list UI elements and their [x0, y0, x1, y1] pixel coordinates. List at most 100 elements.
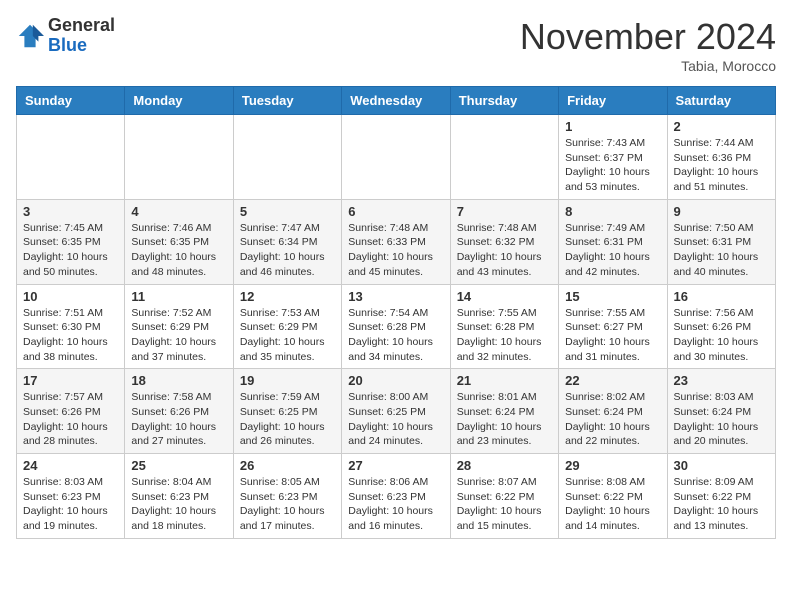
day-info: Sunrise: 8:05 AM Sunset: 6:23 PM Dayligh…: [240, 475, 335, 534]
location: Tabia, Morocco: [520, 58, 776, 74]
calendar-cell: 26 Sunrise: 8:05 AM Sunset: 6:23 PM Dayli…: [233, 454, 341, 539]
week-row-2: 3Sunrise: 7:45 AM Sunset: 6:35 PM Daylig…: [17, 199, 776, 284]
calendar-cell: 20 Sunrise: 8:00 AM Sunset: 6:25 PM Dayli…: [342, 369, 450, 454]
day-info: Sunrise: 7:44 AM Sunset: 6:36 PM Dayligh…: [674, 136, 769, 195]
day-info: Sunrise: 7:43 AM Sunset: 6:37 PM Dayligh…: [565, 136, 660, 195]
calendar-cell: 3Sunrise: 7:45 AM Sunset: 6:35 PM Daylig…: [17, 199, 125, 284]
day-info: Sunrise: 7:54 AM Sunset: 6:28 PM Dayligh…: [348, 306, 443, 365]
weekday-header-tuesday: Tuesday: [233, 87, 341, 115]
day-info: Sunrise: 7:56 AM Sunset: 6:26 PM Dayligh…: [674, 306, 769, 365]
day-number: 27: [348, 458, 443, 473]
day-number: 8: [565, 204, 660, 219]
week-row-4: 17 Sunrise: 7:57 AM Sunset: 6:26 PM Dayli…: [17, 369, 776, 454]
day-number: 23: [674, 373, 769, 388]
day-number: 9: [674, 204, 769, 219]
day-number: 5: [240, 204, 335, 219]
weekday-header-saturday: Saturday: [667, 87, 775, 115]
calendar-cell: 13 Sunrise: 7:54 AM Sunset: 6:28 PM Dayli…: [342, 284, 450, 369]
title-block: November 2024 Tabia, Morocco: [520, 16, 776, 74]
day-info: Sunrise: 7:49 AM Sunset: 6:31 PM Dayligh…: [565, 221, 660, 280]
day-number: 13: [348, 289, 443, 304]
day-number: 25: [131, 458, 226, 473]
day-number: 17: [23, 373, 118, 388]
week-row-1: 1 Sunrise: 7:43 AM Sunset: 6:37 PM Daylig…: [17, 115, 776, 200]
day-number: 1: [565, 119, 660, 134]
calendar-cell: [450, 115, 558, 200]
calendar-cell: 24 Sunrise: 8:03 AM Sunset: 6:23 PM Dayli…: [17, 454, 125, 539]
calendar-cell: 15Sunrise: 7:55 AM Sunset: 6:27 PM Dayli…: [559, 284, 667, 369]
week-row-5: 24 Sunrise: 8:03 AM Sunset: 6:23 PM Dayli…: [17, 454, 776, 539]
calendar-cell: [342, 115, 450, 200]
page-header: General Blue November 2024 Tabia, Morocc…: [16, 16, 776, 74]
weekday-header-friday: Friday: [559, 87, 667, 115]
day-number: 18: [131, 373, 226, 388]
logo-text: General Blue: [48, 16, 115, 56]
calendar-cell: 5 Sunrise: 7:47 AM Sunset: 6:34 PM Daylig…: [233, 199, 341, 284]
day-info: Sunrise: 7:48 AM Sunset: 6:33 PM Dayligh…: [348, 221, 443, 280]
logo-blue: Blue: [48, 36, 115, 56]
calendar-table: SundayMondayTuesdayWednesdayThursdayFrid…: [16, 86, 776, 539]
day-info: Sunrise: 7:48 AM Sunset: 6:32 PM Dayligh…: [457, 221, 552, 280]
weekday-header-row: SundayMondayTuesdayWednesdayThursdayFrid…: [17, 87, 776, 115]
day-info: Sunrise: 8:08 AM Sunset: 6:22 PM Dayligh…: [565, 475, 660, 534]
day-info: Sunrise: 7:46 AM Sunset: 6:35 PM Dayligh…: [131, 221, 226, 280]
weekday-header-wednesday: Wednesday: [342, 87, 450, 115]
calendar-cell: 18 Sunrise: 7:58 AM Sunset: 6:26 PM Dayli…: [125, 369, 233, 454]
day-info: Sunrise: 7:53 AM Sunset: 6:29 PM Dayligh…: [240, 306, 335, 365]
calendar-cell: 12 Sunrise: 7:53 AM Sunset: 6:29 PM Dayli…: [233, 284, 341, 369]
day-number: 30: [674, 458, 769, 473]
calendar-cell: 1 Sunrise: 7:43 AM Sunset: 6:37 PM Daylig…: [559, 115, 667, 200]
calendar-cell: [17, 115, 125, 200]
day-info: Sunrise: 8:03 AM Sunset: 6:23 PM Dayligh…: [23, 475, 118, 534]
calendar-cell: 23Sunrise: 8:03 AM Sunset: 6:24 PM Dayli…: [667, 369, 775, 454]
calendar-cell: 28 Sunrise: 8:07 AM Sunset: 6:22 PM Dayli…: [450, 454, 558, 539]
day-info: Sunrise: 7:47 AM Sunset: 6:34 PM Dayligh…: [240, 221, 335, 280]
day-info: Sunrise: 7:55 AM Sunset: 6:28 PM Dayligh…: [457, 306, 552, 365]
calendar-cell: 14 Sunrise: 7:55 AM Sunset: 6:28 PM Dayli…: [450, 284, 558, 369]
day-info: Sunrise: 8:04 AM Sunset: 6:23 PM Dayligh…: [131, 475, 226, 534]
month-title: November 2024: [520, 16, 776, 58]
calendar-cell: 21Sunrise: 8:01 AM Sunset: 6:24 PM Dayli…: [450, 369, 558, 454]
day-number: 10: [23, 289, 118, 304]
day-info: Sunrise: 8:00 AM Sunset: 6:25 PM Dayligh…: [348, 390, 443, 449]
day-number: 19: [240, 373, 335, 388]
day-number: 6: [348, 204, 443, 219]
calendar-cell: 27 Sunrise: 8:06 AM Sunset: 6:23 PM Dayli…: [342, 454, 450, 539]
day-number: 26: [240, 458, 335, 473]
calendar-cell: 29 Sunrise: 8:08 AM Sunset: 6:22 PM Dayli…: [559, 454, 667, 539]
day-info: Sunrise: 8:01 AM Sunset: 6:24 PM Dayligh…: [457, 390, 552, 449]
day-number: 2: [674, 119, 769, 134]
calendar-cell: 30Sunrise: 8:09 AM Sunset: 6:22 PM Dayli…: [667, 454, 775, 539]
day-info: Sunrise: 8:06 AM Sunset: 6:23 PM Dayligh…: [348, 475, 443, 534]
day-number: 24: [23, 458, 118, 473]
day-number: 14: [457, 289, 552, 304]
day-number: 29: [565, 458, 660, 473]
calendar-cell: 2 Sunrise: 7:44 AM Sunset: 6:36 PM Daylig…: [667, 115, 775, 200]
day-info: Sunrise: 7:50 AM Sunset: 6:31 PM Dayligh…: [674, 221, 769, 280]
calendar-cell: 10 Sunrise: 7:51 AM Sunset: 6:30 PM Dayli…: [17, 284, 125, 369]
calendar-cell: 25 Sunrise: 8:04 AM Sunset: 6:23 PM Dayli…: [125, 454, 233, 539]
day-info: Sunrise: 7:52 AM Sunset: 6:29 PM Dayligh…: [131, 306, 226, 365]
day-info: Sunrise: 7:57 AM Sunset: 6:26 PM Dayligh…: [23, 390, 118, 449]
day-number: 15: [565, 289, 660, 304]
calendar-cell: 7 Sunrise: 7:48 AM Sunset: 6:32 PM Daylig…: [450, 199, 558, 284]
logo-general: General: [48, 16, 115, 36]
logo-icon: [16, 22, 44, 50]
day-number: 20: [348, 373, 443, 388]
day-number: 16: [674, 289, 769, 304]
day-number: 22: [565, 373, 660, 388]
weekday-header-sunday: Sunday: [17, 87, 125, 115]
day-info: Sunrise: 7:58 AM Sunset: 6:26 PM Dayligh…: [131, 390, 226, 449]
calendar-cell: 11Sunrise: 7:52 AM Sunset: 6:29 PM Dayli…: [125, 284, 233, 369]
calendar-cell: 22Sunrise: 8:02 AM Sunset: 6:24 PM Dayli…: [559, 369, 667, 454]
day-number: 12: [240, 289, 335, 304]
day-info: Sunrise: 7:51 AM Sunset: 6:30 PM Dayligh…: [23, 306, 118, 365]
calendar-cell: 19Sunrise: 7:59 AM Sunset: 6:25 PM Dayli…: [233, 369, 341, 454]
calendar-cell: 8 Sunrise: 7:49 AM Sunset: 6:31 PM Daylig…: [559, 199, 667, 284]
calendar-cell: 16 Sunrise: 7:56 AM Sunset: 6:26 PM Dayli…: [667, 284, 775, 369]
calendar-cell: [125, 115, 233, 200]
day-info: Sunrise: 8:07 AM Sunset: 6:22 PM Dayligh…: [457, 475, 552, 534]
day-number: 7: [457, 204, 552, 219]
calendar-cell: [233, 115, 341, 200]
day-number: 28: [457, 458, 552, 473]
